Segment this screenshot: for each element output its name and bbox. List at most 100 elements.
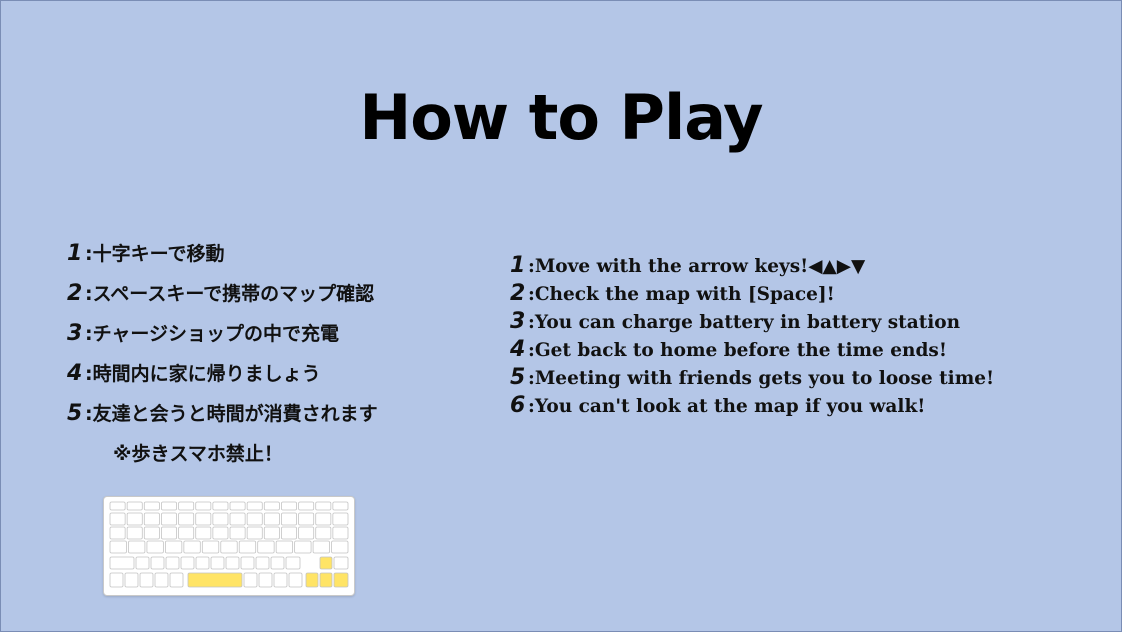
keyboard-key (332, 526, 349, 540)
keyboard-key (285, 556, 301, 570)
keyboard-key (246, 512, 263, 526)
keyboard-key (109, 501, 126, 511)
en-step-number: 4 (510, 337, 526, 362)
keyboard-key (315, 526, 332, 540)
keyboard-key (333, 556, 349, 570)
keyboard-key (109, 512, 126, 526)
keyboard-key (212, 501, 229, 511)
keyboard-key (195, 512, 212, 526)
keyboard-key (143, 512, 160, 526)
keyboard-key (315, 501, 332, 511)
jp-step-number: 2 (67, 281, 83, 306)
keyboard-key (240, 556, 255, 570)
jp-instruction-1: 1:十字キーで移動 (67, 239, 224, 266)
keyboard-key (294, 540, 312, 554)
keyboard-key (263, 501, 280, 511)
keyboard-key (161, 501, 177, 511)
keyboard-key (154, 572, 169, 588)
jp-instruction-4: 4:時間内に家に帰りましょう (67, 359, 321, 386)
en-instruction-3: 3:You can charge battery in battery stat… (510, 309, 960, 334)
keyboard-key (178, 526, 195, 540)
keyboard-key (220, 540, 238, 554)
arrow-up-key (319, 556, 333, 570)
en-instruction-6: 6:You can't look at the map if you walk! (510, 393, 925, 418)
how-to-play-screen: How to Play 1:十字キーで移動 2:スペースキーで携帯のマップ確認 … (0, 0, 1122, 632)
keyboard-key (298, 526, 315, 540)
keyboard-key (281, 526, 297, 540)
keyboard-key (246, 501, 263, 511)
keyboard-key (258, 572, 273, 588)
keyboard-key (195, 556, 210, 570)
en-step-number: 2 (510, 281, 526, 306)
keyboard-key (257, 540, 275, 554)
en-step-number: 5 (510, 365, 526, 390)
keyboard-key (161, 512, 177, 526)
keyboard-key (126, 501, 143, 511)
keyboard-key (331, 540, 349, 554)
keyboard-key (332, 501, 349, 511)
en-instruction-1: 1:Move with the arrow keys!◀▲▶▼ (510, 253, 865, 278)
arrow-left-key (305, 572, 319, 588)
keyboard-key (255, 556, 270, 570)
keyboard-key (161, 526, 177, 540)
keyboard-key (165, 556, 180, 570)
keyboard-key (225, 556, 240, 570)
keyboard-key (109, 540, 127, 554)
keyboard-key (183, 540, 201, 554)
en-step-text: :Get back to home before the time ends! (528, 340, 947, 361)
keyboard-keys (109, 501, 349, 588)
keyboard-key (178, 501, 195, 511)
keyboard-key (238, 540, 257, 554)
keyboard-key (332, 512, 349, 526)
jp-step-text: :時間内に家に帰りましょう (85, 363, 321, 385)
keyboard-key (126, 512, 143, 526)
keyboard-key (246, 526, 263, 540)
keyboard-key (169, 572, 184, 588)
keyboard-key (201, 540, 220, 554)
keyboard-key (298, 512, 315, 526)
keyboard-key (312, 540, 330, 554)
en-step-text: :Check the map with [Space]! (528, 284, 835, 305)
keyboard-key (212, 526, 229, 540)
keyboard-key (180, 556, 195, 570)
keyboard-key (139, 572, 154, 588)
en-instruction-2: 2:Check the map with [Space]! (510, 281, 835, 306)
keyboard-key (210, 556, 225, 570)
jp-step-text: :スペースキーで携帯のマップ確認 (85, 283, 375, 305)
keyboard-key (315, 512, 332, 526)
page-title: How to Play (359, 81, 763, 154)
jp-step-text: :友達と会うと時間が消費されます (85, 403, 378, 425)
en-step-number: 1 (510, 253, 526, 278)
keyboard-illustration (103, 496, 355, 596)
keyboard-key (143, 526, 160, 540)
no-walking-smartphone-note: ※歩きスマホ禁止！ (113, 443, 283, 465)
en-step-number: 6 (510, 393, 526, 418)
jp-step-number: 4 (67, 361, 83, 386)
keyboard-key (135, 556, 150, 570)
keyboard-key (128, 540, 146, 554)
keyboard-key (281, 512, 297, 526)
keyboard-key (195, 526, 212, 540)
jp-instruction-5: 5:友達と会うと時間が消費されます (67, 399, 378, 426)
en-step-text: :You can charge battery in battery stati… (528, 312, 961, 333)
jp-step-number: 3 (67, 321, 83, 346)
jp-step-text: :十字キーで移動 (85, 243, 225, 265)
keyboard-key (298, 501, 315, 511)
keyboard-key (146, 540, 164, 554)
keyboard-key (109, 556, 135, 570)
keyboard-key (143, 501, 160, 511)
keyboard-key (195, 501, 212, 511)
jp-step-number: 1 (67, 241, 83, 266)
keyboard-key (275, 540, 294, 554)
keyboard-key (212, 512, 229, 526)
keyboard-key (243, 572, 258, 588)
en-step-number: 3 (510, 309, 526, 334)
keyboard-key (288, 572, 303, 588)
keyboard-key (229, 526, 246, 540)
arrow-right-key (333, 572, 349, 588)
en-instruction-5: 5:Meeting with friends gets you to loose… (510, 365, 994, 390)
en-instruction-4: 4:Get back to home before the time ends! (510, 337, 947, 362)
keyboard-key (263, 512, 280, 526)
jp-step-number: 5 (67, 401, 83, 426)
arrow-down-key (319, 572, 333, 588)
